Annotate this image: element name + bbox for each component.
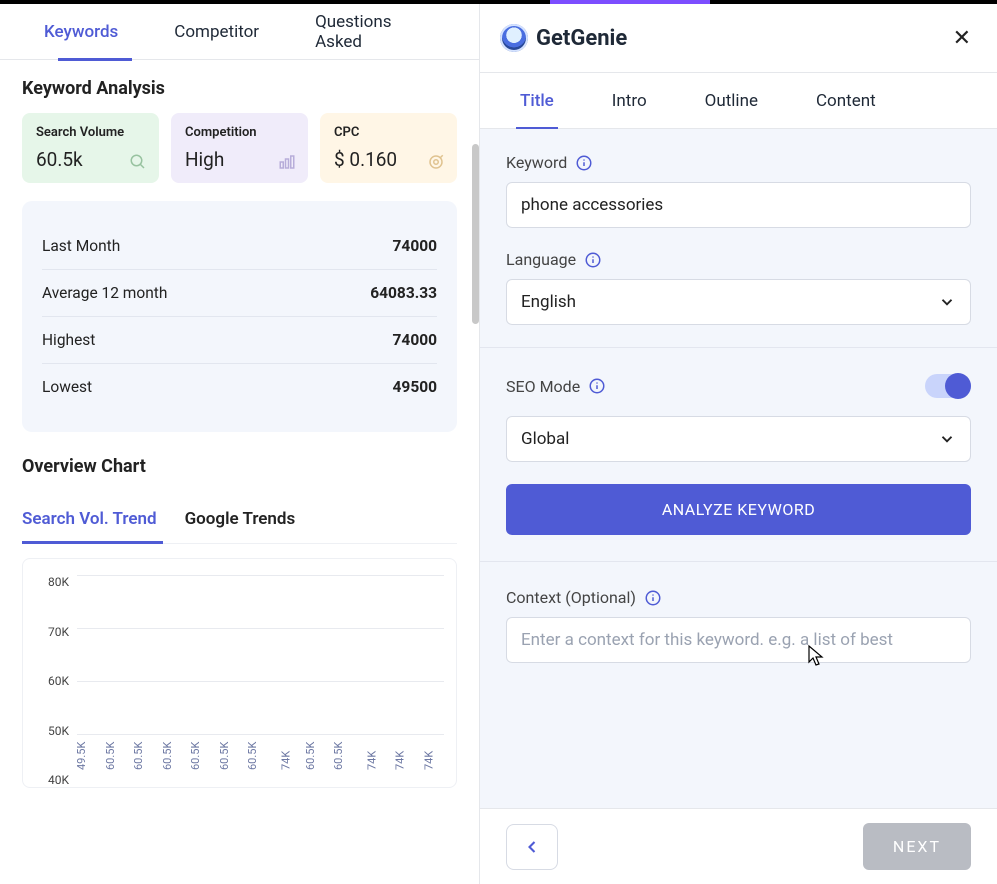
kpi-search-volume: Search Volume 60.5k	[22, 113, 159, 183]
search-icon	[129, 153, 147, 171]
chevron-down-icon	[938, 430, 956, 448]
tab-intro[interactable]: Intro	[594, 73, 665, 129]
info-icon[interactable]	[644, 589, 662, 607]
language-value: English	[521, 292, 576, 312]
bar-label: 60.5K	[246, 742, 259, 770]
bar-label: 60.5K	[161, 742, 174, 770]
info-icon[interactable]	[584, 251, 602, 269]
left-tabs: Keywords Competitor Questions Asked	[0, 4, 479, 60]
tab-keywords[interactable]: Keywords	[44, 4, 146, 60]
analyze-keyword-button[interactable]: ANALYZE KEYWORD	[506, 484, 971, 535]
stats-box: Last Month 74000 Average 12 month 64083.33…	[22, 201, 457, 432]
chevron-down-icon	[938, 293, 956, 311]
bar-label: 60.5K	[132, 742, 145, 770]
tab-content[interactable]: Content	[798, 73, 894, 129]
stat-value: 74000	[393, 331, 437, 349]
brand: GetGenie	[500, 24, 627, 52]
context-label: Context (Optional)	[506, 588, 636, 607]
stat-row: Lowest 49500	[42, 364, 437, 410]
stat-label: Average 12 month	[42, 284, 167, 302]
right-tabs: Title Intro Outline Content	[480, 73, 997, 129]
seo-toggle[interactable]	[925, 374, 971, 398]
overview-title: Overview Chart	[22, 456, 457, 477]
section-title: Keyword Analysis	[22, 78, 457, 99]
genie-icon	[500, 24, 528, 52]
stat-row: Last Month 74000	[42, 223, 437, 270]
chevron-left-icon	[522, 837, 542, 857]
bar-label: 60.5K	[189, 742, 202, 770]
bar-label: 74K	[279, 751, 292, 770]
next-button[interactable]: NEXT	[863, 823, 971, 870]
bar-label: 60.5K	[332, 742, 345, 770]
bar-label: 49.5K	[75, 742, 88, 770]
overview-chart: 80K 70K 60K 50K 40K 49.5K 60.5K 60.5K 60.5K 60.5…	[22, 558, 457, 788]
tab-competitor[interactable]: Competitor	[146, 4, 287, 60]
seo-label: SEO Mode	[506, 377, 580, 396]
kpi-label: CPC	[334, 125, 443, 140]
y-tick: 40K	[48, 773, 69, 787]
region-value: Global	[521, 429, 569, 449]
bar-label: 74K	[365, 751, 378, 770]
subtab-google-trends[interactable]: Google Trends	[185, 499, 296, 543]
scrollbar[interactable]	[472, 144, 479, 324]
bar-label: 74K	[393, 751, 406, 770]
stat-value: 74000	[393, 237, 437, 255]
language-select[interactable]: English	[506, 279, 971, 325]
tab-questions-asked[interactable]: Questions Asked	[287, 4, 459, 60]
y-tick: 70K	[48, 625, 69, 639]
y-tick: 60K	[48, 674, 69, 688]
stat-label: Highest	[42, 331, 95, 349]
info-icon[interactable]	[588, 377, 606, 395]
bar-label: 74K	[422, 751, 435, 770]
keyword-input[interactable]	[506, 182, 971, 228]
tab-outline[interactable]: Outline	[687, 73, 776, 129]
stat-label: Last Month	[42, 237, 120, 255]
kpi-row: Search Volume 60.5k Competition High CPC…	[22, 113, 457, 183]
info-icon[interactable]	[575, 154, 593, 172]
kpi-label: Search Volume	[36, 125, 145, 140]
back-button[interactable]	[506, 824, 558, 870]
stat-value: 64083.33	[370, 284, 437, 302]
region-select[interactable]: Global	[506, 416, 971, 462]
stat-row: Average 12 month 64083.33	[42, 270, 437, 317]
language-label: Language	[506, 250, 576, 269]
tab-title[interactable]: Title	[502, 73, 572, 129]
subtab-search-vol-trend[interactable]: Search Vol. Trend	[22, 499, 157, 543]
context-input[interactable]: Enter a context for this keyword. e.g. a…	[506, 617, 971, 663]
stat-label: Lowest	[42, 378, 92, 396]
keyword-label: Keyword	[506, 153, 567, 172]
stat-value: 49500	[393, 378, 437, 396]
target-icon	[427, 153, 445, 171]
kpi-cpc: CPC $ 0.160	[320, 113, 457, 183]
y-tick: 80K	[48, 575, 69, 589]
chart-subtabs: Search Vol. Trend Google Trends	[22, 499, 457, 544]
bar-label: 60.5K	[218, 742, 231, 770]
y-tick: 50K	[48, 724, 69, 738]
kpi-label: Competition	[185, 125, 294, 140]
bar-label: 60.5K	[104, 742, 117, 770]
brand-text: GetGenie	[536, 26, 627, 51]
close-icon[interactable]: ✕	[953, 26, 971, 51]
bars-icon	[278, 153, 296, 171]
kpi-competition: Competition High	[171, 113, 308, 183]
stat-row: Highest 74000	[42, 317, 437, 364]
bar-label: 60.5K	[303, 742, 316, 770]
